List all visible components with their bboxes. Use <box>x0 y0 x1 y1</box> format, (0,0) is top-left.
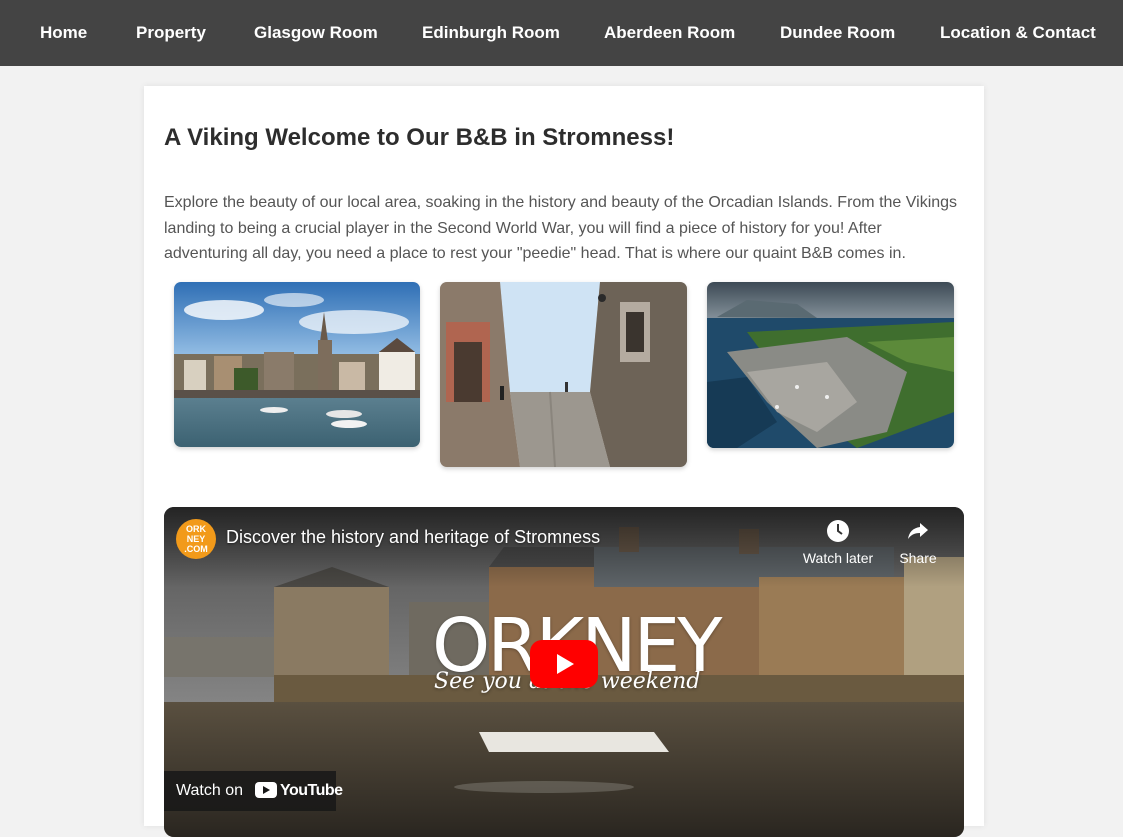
watch-on-youtube-link[interactable]: Watch on YouTube <box>164 771 343 811</box>
nav-dundee-room[interactable]: Dundee Room <box>780 22 895 44</box>
nav-glasgow-room[interactable]: Glasgow Room <box>254 22 378 44</box>
nav-aberdeen-room[interactable]: Aberdeen Room <box>604 22 735 44</box>
youtube-wordmark: YouTube <box>280 782 343 799</box>
share-button[interactable]: Share <box>882 519 954 566</box>
content-card: A Viking Welcome to Our B&B in Stromness… <box>144 86 984 837</box>
nav-home[interactable]: Home <box>40 22 87 44</box>
share-label: Share <box>899 550 937 566</box>
youtube-video-embed[interactable]: ORK NEY .COM Discover the history and he… <box>164 507 964 837</box>
play-icon <box>557 654 574 674</box>
street-photo <box>440 282 687 467</box>
nav-location-contact[interactable]: Location & Contact <box>940 22 1096 44</box>
watch-on-label: Watch on <box>176 782 243 799</box>
nav-edinburgh-room[interactable]: Edinburgh Room <box>422 22 560 44</box>
aerial-town-photo <box>707 282 954 448</box>
page-title: A Viking Welcome to Our B&B in Stromness… <box>164 124 675 151</box>
intro-paragraph: Explore the beauty of our local area, so… <box>164 194 958 262</box>
video-title[interactable]: Discover the history and heritage of Str… <box>226 527 600 548</box>
top-navbar: Home Property Glasgow Room Edinburgh Roo… <box>0 0 1123 66</box>
nav-property[interactable]: Property <box>136 22 206 44</box>
clock-icon <box>827 520 849 542</box>
channel-logo[interactable]: ORK NEY .COM <box>176 519 216 559</box>
share-icon <box>908 523 928 539</box>
watch-later-button[interactable]: Watch later <box>802 519 874 566</box>
harbour-photo <box>174 282 420 447</box>
play-button[interactable] <box>530 640 598 688</box>
watch-later-label: Watch later <box>802 550 874 566</box>
youtube-logo-icon <box>255 782 277 798</box>
